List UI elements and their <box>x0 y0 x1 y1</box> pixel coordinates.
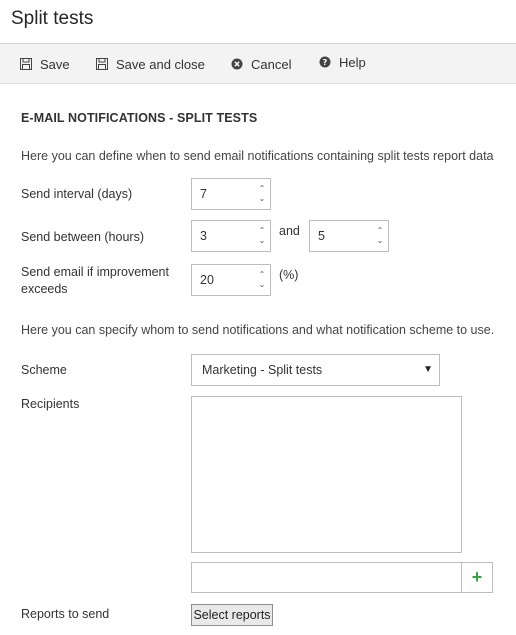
interval-value: 7 <box>200 187 207 201</box>
between-and-text: and <box>279 224 300 238</box>
cancel-label: Cancel <box>251 56 292 72</box>
improvement-stepper[interactable]: 20 ⌃ ⌄ <box>191 264 271 296</box>
cancel-button[interactable]: Cancel <box>231 44 291 84</box>
save-button[interactable]: Save <box>20 44 70 84</box>
between-from-value: 3 <box>200 229 207 243</box>
save-and-close-button[interactable]: Save and close <box>96 44 205 84</box>
chevron-up-icon[interactable]: ⌃ <box>259 184 266 194</box>
improvement-value: 20 <box>200 273 214 287</box>
stepper-arrows[interactable]: ⌃ ⌄ <box>254 179 270 209</box>
floppy-disk-icon <box>20 58 32 70</box>
title-bar: Split tests <box>0 0 516 44</box>
toolbar: Save Save and close Cancel ? Help <box>0 44 516 84</box>
between-to-stepper[interactable]: 5 ⌃ ⌄ <box>309 220 389 252</box>
improvement-label-line1: Send email if improvement <box>21 265 169 279</box>
chevron-down-icon[interactable]: ⌄ <box>377 236 384 246</box>
scheme-value: Marketing - Split tests <box>202 363 323 377</box>
save-and-close-label: Save and close <box>116 56 205 72</box>
stepper-arrows[interactable]: ⌃ ⌄ <box>254 265 270 295</box>
info-text-define: Here you can define when to send email n… <box>21 149 494 163</box>
stepper-arrows[interactable]: ⌃ ⌄ <box>254 221 270 251</box>
scheme-label: Scheme <box>21 363 67 377</box>
chevron-up-icon[interactable]: ⌃ <box>259 226 266 236</box>
save-label: Save <box>40 56 70 72</box>
chevron-up-icon[interactable]: ⌃ <box>259 270 266 280</box>
recipients-list[interactable] <box>191 396 462 553</box>
interval-stepper[interactable]: 7 ⌃ ⌄ <box>191 178 271 210</box>
improvement-label: Send email if improvement exceeds <box>21 264 169 298</box>
between-to-value: 5 <box>318 229 325 243</box>
scheme-select[interactable]: Marketing - Split tests ▼ <box>191 354 440 386</box>
chevron-up-icon[interactable]: ⌃ <box>377 226 384 236</box>
section-title: E-MAIL NOTIFICATIONS - SPLIT TESTS <box>21 111 258 125</box>
chevron-down-icon[interactable]: ⌄ <box>259 280 266 290</box>
recipients-label: Recipients <box>21 397 80 411</box>
interval-label: Send interval (days) <box>21 187 133 201</box>
reports-label: Reports to send <box>21 607 110 621</box>
dropdown-caret-icon[interactable]: ▼ <box>423 364 433 375</box>
chevron-down-icon[interactable]: ⌄ <box>259 194 266 204</box>
recipient-input[interactable] <box>191 562 462 593</box>
plus-icon: + <box>471 567 483 587</box>
between-from-stepper[interactable]: 3 ⌃ ⌄ <box>191 220 271 252</box>
page-title: Split tests <box>11 8 94 29</box>
floppy-disk-icon <box>96 58 108 70</box>
improvement-unit: (%) <box>279 268 299 282</box>
stepper-arrows[interactable]: ⌃ ⌄ <box>372 221 388 251</box>
chevron-down-icon[interactable]: ⌄ <box>259 236 266 246</box>
svg-text:?: ? <box>323 58 328 67</box>
info-text-specify: Here you can specify whom to send notifi… <box>21 323 495 337</box>
help-button[interactable]: ? Help <box>319 42 366 82</box>
improvement-label-line2: exceeds <box>21 282 68 296</box>
add-recipient-button[interactable]: + <box>461 562 493 593</box>
help-label: Help <box>339 54 366 70</box>
question-circle-icon: ? <box>319 56 331 68</box>
select-reports-button[interactable]: Select reports <box>191 604 273 626</box>
x-circle-icon <box>231 58 243 70</box>
between-label: Send between (hours) <box>21 230 144 244</box>
